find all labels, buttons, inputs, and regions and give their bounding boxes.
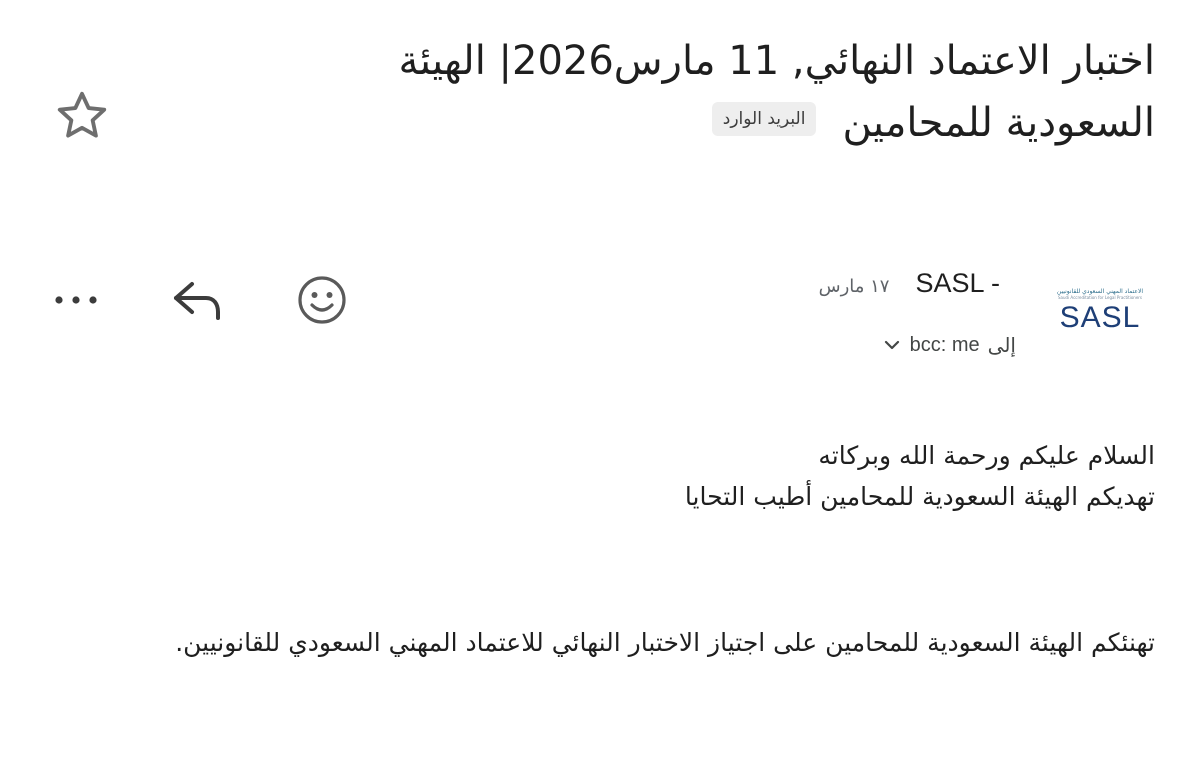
recipient-to-label: إلى xyxy=(987,333,1016,357)
sasl-logo: SASL xyxy=(1059,301,1141,334)
emoji-smile-icon xyxy=(298,276,346,324)
email-view: اختبار الاعتماد النهائي, 11 مارس2026| ال… xyxy=(0,0,1200,773)
body-intro: تهديكم الهيئة السعودية للمحامين أطيب الت… xyxy=(684,482,1155,511)
sender-avatar[interactable]: الاعتماد المهني السعودي للقانونيين Saudi… xyxy=(1052,288,1148,356)
star-button[interactable] xyxy=(52,86,112,146)
chevron-down-icon xyxy=(884,339,900,351)
more-horizontal-icon xyxy=(55,296,97,304)
star-outline-icon xyxy=(57,91,107,138)
recipient-value: bcc: me xyxy=(909,333,980,356)
body-paragraph: تهنئكم الهيئة السعودية للمحامين على اجتي… xyxy=(175,628,1155,657)
reply-button[interactable] xyxy=(170,272,226,328)
avatar-tagline-ar: الاعتماد المهني السعودي للقانونيين xyxy=(1056,288,1144,295)
message-date: ١٧ مارس xyxy=(818,276,890,297)
add-reaction-button[interactable] xyxy=(294,272,350,328)
subject-line-2-text: السعودية للمحامين xyxy=(842,100,1155,146)
sender-name[interactable]: SASL - xyxy=(915,268,1000,299)
more-options-button[interactable] xyxy=(48,272,104,328)
subject-line-2: السعودية للمحامين البريد الوارد xyxy=(295,92,1155,154)
reply-icon xyxy=(174,282,220,320)
email-body: السلام عليكم ورحمة الله وبركاته تهديكم ا… xyxy=(135,435,1155,669)
recipient-details-toggle[interactable]: إلى bcc: me xyxy=(884,333,1016,357)
body-greeting: السلام عليكم ورحمة الله وبركاته xyxy=(818,441,1155,470)
inbox-label-chip[interactable]: البريد الوارد xyxy=(711,102,817,136)
sender-line: SASL - ١٧ مارس xyxy=(819,268,1000,299)
subject-line-1: اختبار الاعتماد النهائي, 11 مارس2026| ال… xyxy=(398,38,1155,84)
email-subject: اختبار الاعتماد النهائي, 11 مارس2026| ال… xyxy=(295,30,1155,154)
